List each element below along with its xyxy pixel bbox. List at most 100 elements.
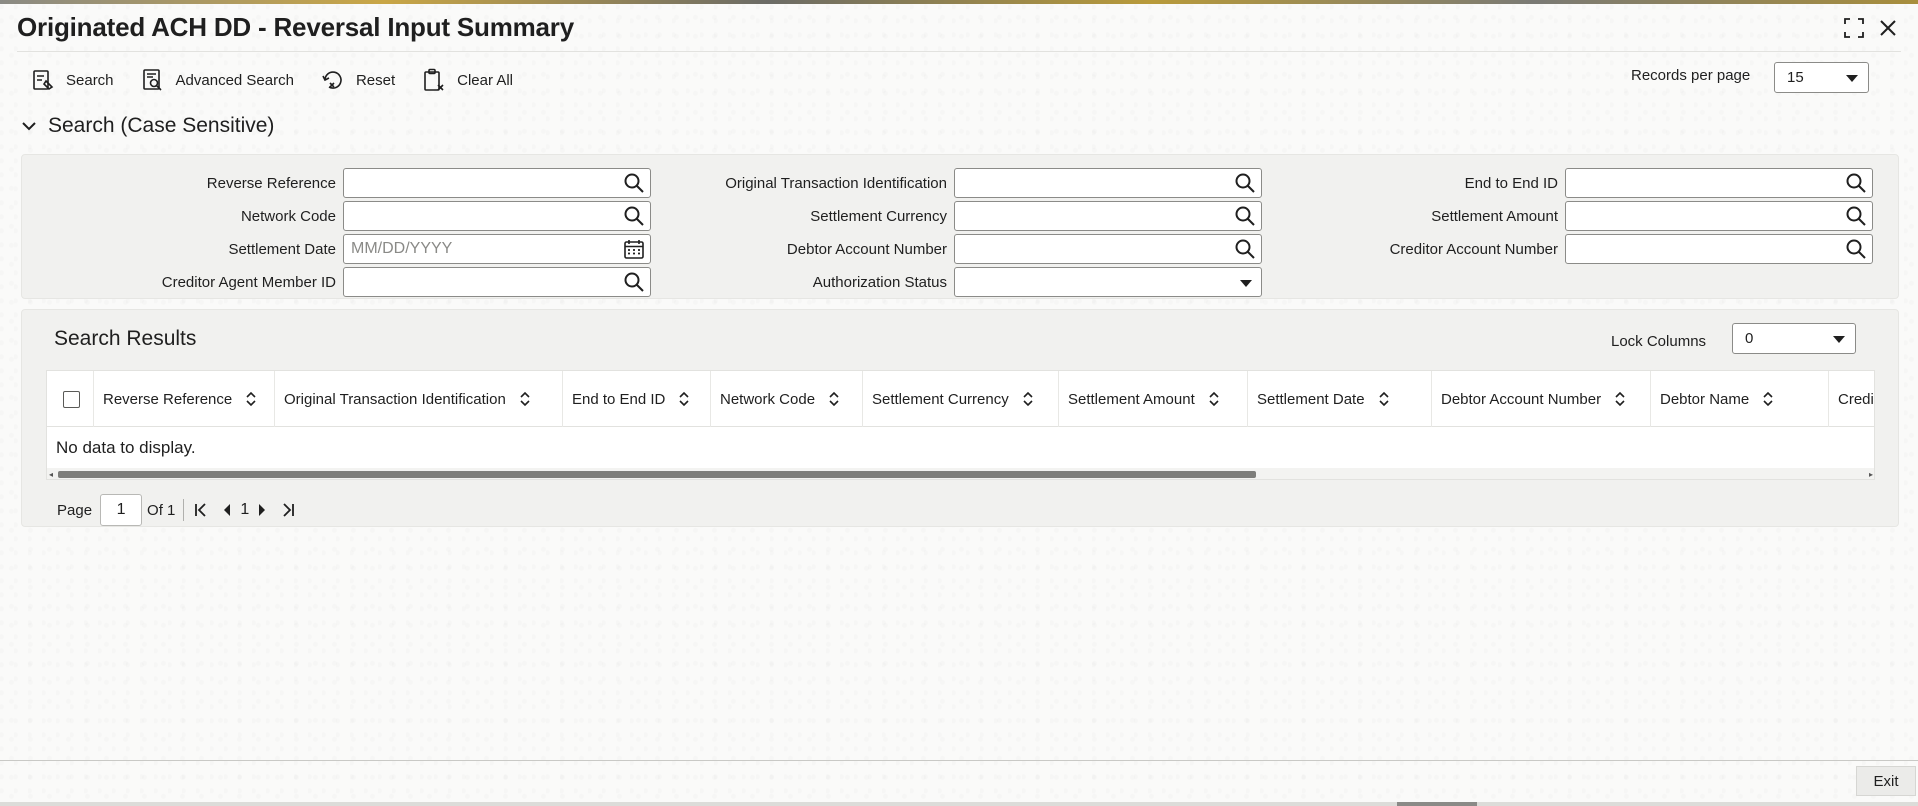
page-label: Page [57,501,93,519]
column-header[interactable]: End to End ID [563,371,711,427]
footer-divider [0,760,1918,761]
horizontal-scrollbar[interactable]: ◂ ▸ [47,468,1874,479]
search-icon[interactable] [623,172,645,194]
settlement-amount-field[interactable] [1565,201,1873,231]
page-link[interactable]: 1 [240,501,249,519]
reverse-reference-field[interactable] [343,168,651,198]
settlement-amount-label: Settlement Amount [1431,208,1558,225]
authorization-status-select[interactable] [954,267,1262,297]
column-header[interactable]: Debtor Account Number [1432,371,1651,427]
sort-icon[interactable] [244,391,258,407]
summary-window: Originated ACH DD - Reversal Input Summa… [0,4,1918,802]
settlement-date-field[interactable]: MM/DD/YYYY [343,234,651,264]
toolbar: Search Advanced Search Reset Clear All [30,66,539,94]
settlement-date-label: Settlement Date [228,241,336,258]
records-per-page-select[interactable]: 15 [1774,62,1869,93]
sort-icon[interactable] [518,391,532,407]
search-section-toggle[interactable]: Search (Case Sensitive) [20,114,274,138]
scroll-right-icon[interactable]: ▸ [1869,470,1873,479]
page-number-input[interactable]: 1 [100,494,143,526]
advanced-search-button[interactable]: Advanced Search [140,67,294,93]
previous-page-icon[interactable] [218,501,236,519]
advanced-search-button-label: Advanced Search [175,71,294,89]
settlement-currency-label: Settlement Currency [810,208,947,225]
exit-button[interactable]: Exit [1856,766,1916,796]
advanced-search-icon [142,69,162,91]
lock-columns-label: Lock Columns [1611,333,1707,350]
end-to-end-id-field[interactable] [1565,168,1873,198]
search-results-title: Search Results [54,327,197,350]
search-button[interactable]: Search [30,67,114,93]
column-header[interactable]: Reverse Reference [94,371,275,427]
settlement-currency-field[interactable] [954,201,1262,231]
grid-header-row: Reverse Reference Original Transaction I… [47,371,1874,427]
window-bottom-segment [1397,802,1477,806]
clear-all-button-label: Clear All [457,71,513,89]
clear-all-button[interactable]: Clear All [421,67,513,93]
sort-icon[interactable] [677,391,691,407]
reset-button[interactable]: Reset [320,67,395,93]
chevron-down-icon [1240,280,1252,287]
lock-columns-select[interactable]: 0 [1732,323,1856,354]
search-icon[interactable] [1234,205,1256,227]
end-to-end-id-label: End to End ID [1464,175,1558,192]
results-grid: Reverse Reference Original Transaction I… [46,370,1875,480]
network-code-field[interactable] [343,201,651,231]
reverse-reference-label: Reverse Reference [206,175,336,192]
search-icon[interactable] [1234,172,1256,194]
scrollbar-thumb[interactable] [58,471,1256,478]
empty-results-message: No data to display. [56,438,196,457]
search-icon[interactable] [1845,172,1867,194]
column-header[interactable]: Settlement Date [1248,371,1432,427]
first-page-icon[interactable] [192,501,210,519]
last-page-icon[interactable] [279,501,297,519]
records-per-page-value: 15 [1787,69,1804,86]
search-icon[interactable] [1845,238,1867,260]
window-bottom-border [0,802,1918,806]
sort-icon[interactable] [1761,391,1775,407]
original-transaction-identification-field[interactable] [954,168,1262,198]
calendar-icon[interactable] [623,238,645,260]
debtor-account-number-field[interactable] [954,234,1262,264]
records-per-page-label: Records per page [1631,67,1751,84]
column-header[interactable]: Debtor Name [1651,371,1829,427]
debtor-account-number-label: Debtor Account Number [786,241,947,258]
search-section-title: Search (Case Sensitive) [48,114,275,137]
select-all-checkbox[interactable] [63,391,80,408]
column-header[interactable]: Settlement Amount [1059,371,1248,427]
scroll-left-icon[interactable]: ◂ [49,470,53,479]
network-code-label: Network Code [240,208,336,225]
search-criteria-panel: Reverse Reference Original Transaction I… [21,154,1899,299]
chevron-down-icon [1833,335,1845,343]
search-button-label: Search [66,71,114,89]
chevron-down-icon [1846,74,1858,82]
search-icon[interactable] [623,205,645,227]
column-header[interactable]: Credi [1829,371,1874,427]
title-divider [17,51,1901,52]
close-icon[interactable] [1876,16,1900,40]
reset-icon [322,71,342,89]
clipboard-clear-icon [424,68,444,91]
sort-icon[interactable] [1021,391,1035,407]
sort-icon[interactable] [827,391,841,407]
reset-button-label: Reset [355,71,396,89]
sort-icon[interactable] [1377,391,1391,407]
sort-icon[interactable] [1207,391,1221,407]
column-header[interactable]: Original Transaction Identification [275,371,563,427]
creditor-agent-member-id-field[interactable] [343,267,651,297]
next-page-icon[interactable] [253,501,271,519]
authorization-status-label: Authorization Status [812,274,947,291]
page-total-label: Of 1 [147,501,176,519]
search-icon[interactable] [1234,238,1256,260]
creditor-account-number-label: Creditor Account Number [1389,241,1558,258]
creditor-account-number-field[interactable] [1565,234,1873,264]
column-header[interactable]: Network Code [711,371,863,427]
original-transaction-identification-label: Original Transaction Identification [725,175,947,192]
page-title: Originated ACH DD - Reversal Input Summa… [17,12,574,42]
search-icon[interactable] [623,271,645,293]
search-icon[interactable] [1845,205,1867,227]
sort-icon[interactable] [1613,391,1627,407]
creditor-agent-member-id-label: Creditor Agent Member ID [161,274,336,291]
column-header[interactable]: Settlement Currency [863,371,1059,427]
maximize-icon[interactable] [1842,16,1866,40]
